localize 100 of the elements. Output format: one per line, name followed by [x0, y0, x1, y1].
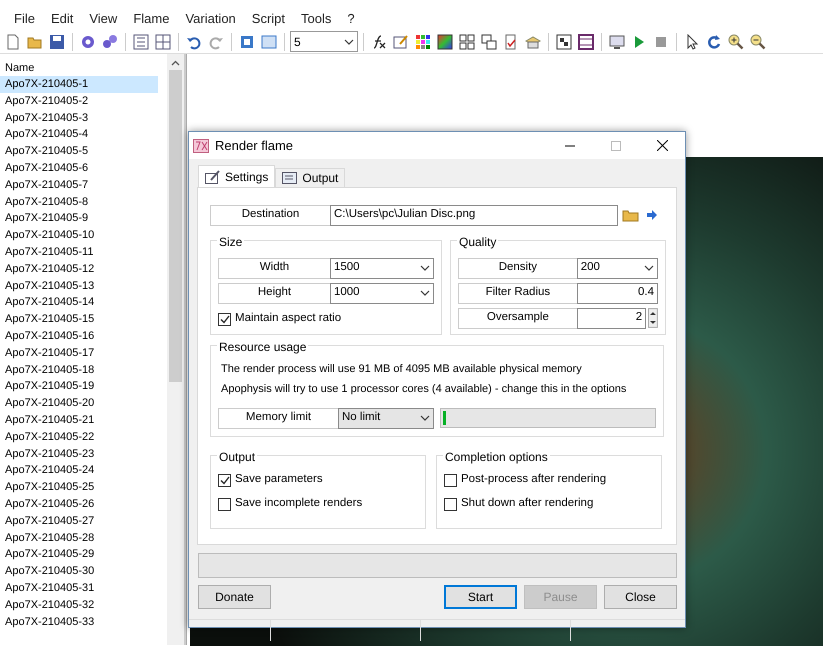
- field-label: Width: [218, 258, 330, 278]
- menu-item[interactable]: Edit: [42, 10, 82, 30]
- list-item[interactable]: Apo7X-210405-32: [0, 596, 158, 614]
- caret-icon: [344, 38, 354, 44]
- new-file-icon[interactable]: [5, 34, 21, 50]
- tab[interactable]: Settings: [198, 165, 276, 187]
- menu-item[interactable]: Flame: [125, 10, 178, 30]
- zoom-dropdown[interactable]: 5: [290, 31, 358, 52]
- list-item[interactable]: Apo7X-210405-13: [0, 278, 158, 294]
- window-icon[interactable]: [261, 34, 277, 50]
- memory-limit-dropdown[interactable]: No limit: [338, 408, 434, 428]
- dialog-title: Render flame: [215, 136, 294, 155]
- folder-icon[interactable]: [622, 208, 640, 222]
- gradient-icon[interactable]: [437, 34, 453, 50]
- list-item[interactable]: Apo7X-210405-19: [0, 378, 158, 396]
- list-item[interactable]: Apo7X-210405-29: [0, 546, 158, 564]
- settings-icon: [205, 170, 220, 184]
- destination-field[interactable]: C:\Users\pc\Julian Disc.png: [330, 204, 618, 226]
- list-item[interactable]: Apo7X-210405-22: [0, 428, 158, 446]
- menu-item[interactable]: Script: [244, 10, 294, 30]
- spin-field[interactable]: 2: [576, 308, 646, 328]
- list-item[interactable]: Apo7X-210405-1: [0, 76, 158, 93]
- edit-icon[interactable]: [393, 34, 409, 50]
- checkbox-label[interactable]: Save parameters: [235, 471, 323, 489]
- document-icon: [282, 171, 298, 185]
- list-item[interactable]: Apo7X-210405-31: [0, 580, 158, 597]
- check-icon: [220, 314, 230, 324]
- checker-icon[interactable]: [556, 34, 572, 50]
- dialog-button[interactable]: Close: [604, 585, 677, 609]
- app-icon: [193, 138, 209, 152]
- density-dropdown[interactable]: 200: [576, 258, 658, 278]
- square-icon[interactable]: [239, 34, 255, 50]
- list-item[interactable]: Apo7X-210405-27: [0, 512, 158, 530]
- list-item[interactable]: Apo7X-210405-10: [0, 227, 158, 244]
- function-icon[interactable]: [371, 34, 387, 50]
- menu-item[interactable]: View: [81, 10, 126, 30]
- scrollbar-thumb[interactable]: [169, 70, 182, 382]
- size-dropdown[interactable]: 1500: [330, 258, 434, 278]
- checkbox[interactable]: [218, 312, 231, 326]
- field-label: Memory limit: [218, 408, 338, 428]
- film-icon[interactable]: [578, 34, 594, 50]
- monitor-icon[interactable]: [609, 34, 625, 50]
- menu-item[interactable]: ?: [339, 10, 363, 30]
- checkbox-label[interactable]: Save incomplete renders: [235, 495, 362, 513]
- list-item[interactable]: Apo7X-210405-30: [0, 563, 158, 580]
- menu-item[interactable]: File: [6, 10, 43, 30]
- list-item[interactable]: Apo7X-210405-18: [0, 362, 158, 378]
- dialog-button[interactable]: Donate: [198, 585, 271, 609]
- list-item[interactable]: Apo7X-210405-17: [0, 344, 158, 362]
- windows-icon[interactable]: [481, 34, 497, 50]
- color-grid-icon[interactable]: [415, 34, 431, 50]
- list-item[interactable]: Apo7X-210405-2: [0, 92, 158, 110]
- checkbox-label[interactable]: Post-process after rendering: [461, 471, 606, 489]
- list-item[interactable]: Apo7X-210405-20: [0, 395, 158, 412]
- menu-item[interactable]: Tools: [293, 10, 340, 30]
- caret-icon: [420, 265, 430, 271]
- list-item[interactable]: Apo7X-210405-5: [0, 143, 158, 160]
- list-item[interactable]: Apo7X-210405-12: [0, 260, 158, 278]
- list-item[interactable]: Apo7X-210405-7: [0, 176, 158, 194]
- size-dropdown[interactable]: 1000: [330, 282, 434, 304]
- checkbox[interactable]: [444, 474, 457, 486]
- menu-item[interactable]: Variation: [177, 10, 244, 30]
- list-item[interactable]: Apo7X-210405-9: [0, 210, 158, 228]
- list-item[interactable]: Apo7X-210405-21: [0, 412, 158, 429]
- scroll-up-icon[interactable]: [171, 60, 180, 66]
- tab[interactable]: Output: [275, 168, 346, 187]
- checkbox[interactable]: [444, 498, 457, 510]
- checkbox-label[interactable]: Maintain aspect ratio: [235, 310, 342, 328]
- list-item[interactable]: Apo7X-210405-3: [0, 110, 158, 126]
- list-item[interactable]: Apo7X-210405-23: [0, 446, 158, 462]
- rotate-icon[interactable]: [706, 34, 722, 50]
- zoom-in-icon[interactable]: [728, 34, 744, 50]
- list-item[interactable]: Apo7X-210405-6: [0, 160, 158, 177]
- zoom-out-icon[interactable]: [750, 34, 766, 50]
- field-label: Destination: [210, 204, 330, 226]
- checkbox[interactable]: [218, 474, 231, 486]
- list-item[interactable]: Apo7X-210405-33: [0, 614, 158, 630]
- list-item[interactable]: Apo7X-210405-24: [0, 462, 158, 480]
- save-icon[interactable]: [49, 34, 65, 50]
- list-item[interactable]: Apo7X-210405-28: [0, 530, 158, 546]
- list-item[interactable]: Apo7X-210405-25: [0, 479, 158, 496]
- list-item[interactable]: Apo7X-210405-11: [0, 244, 158, 261]
- column-header[interactable]: Name: [0, 54, 168, 76]
- grid-icon[interactable]: [459, 34, 475, 50]
- arrow-icon[interactable]: [646, 209, 658, 221]
- list-item[interactable]: Apo7X-210405-16: [0, 328, 158, 345]
- grid-view-icon[interactable]: [155, 34, 171, 50]
- checkbox-label[interactable]: Shut down after rendering: [461, 495, 594, 513]
- text-field[interactable]: 0.4: [576, 282, 658, 304]
- caret-icon: [420, 415, 430, 421]
- dialog-button[interactable]: Start: [444, 585, 517, 609]
- list-item[interactable]: Apo7X-210405-14: [0, 294, 158, 312]
- list-item[interactable]: Apo7X-210405-15: [0, 311, 158, 328]
- checkbox[interactable]: [218, 498, 231, 510]
- list-item[interactable]: Apo7X-210405-8: [0, 194, 158, 210]
- close-icon[interactable]: [656, 140, 668, 151]
- list-item[interactable]: Apo7X-210405-4: [0, 126, 158, 144]
- list-item[interactable]: Apo7X-210405-26: [0, 496, 158, 513]
- spinner-arrows-icon[interactable]: [648, 308, 658, 328]
- list-view-icon[interactable]: [133, 34, 149, 50]
